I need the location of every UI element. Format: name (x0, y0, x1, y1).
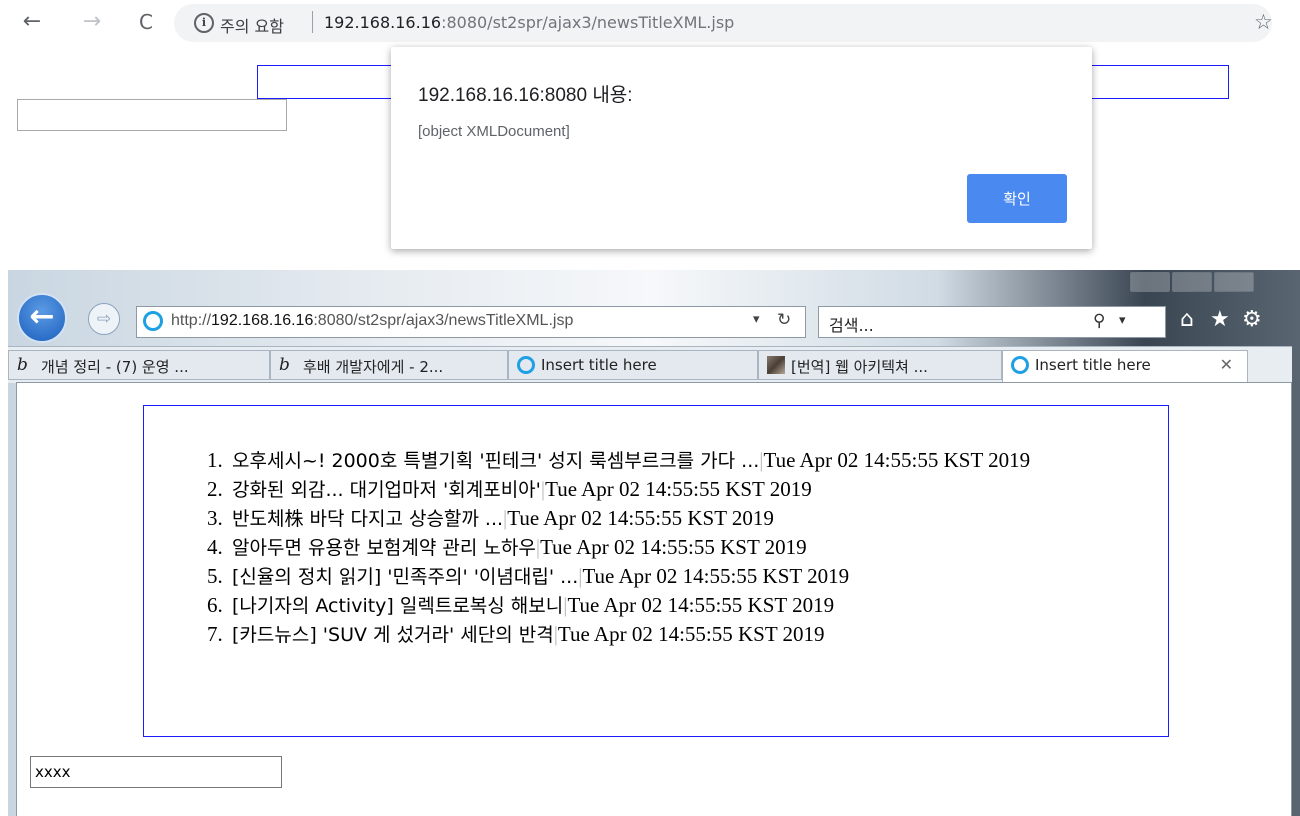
ie-window: ← ⇨ http://192.168.16.16:8080/st2spr/aja… (8, 270, 1300, 816)
text-input[interactable] (17, 99, 287, 131)
list-item: [카드뉴스] 'SUV 게 섰거라' 세단의 반격|Tue Apr 02 14:… (228, 620, 1168, 649)
list-item: [나기자의 Activity] 일렉트로복싱 해보니|Tue Apr 02 14… (228, 591, 1168, 620)
reload-icon[interactable]: C (132, 8, 160, 36)
search-box[interactable]: 검색... ⚲ ▾ (818, 306, 1166, 338)
list-item: 반도체株 바닥 다지고 상승할까 ...|Tue Apr 02 14:55:55… (228, 504, 1168, 533)
alert-title: 192.168.16.16:8080 내용: (418, 85, 633, 106)
forward-arrow-icon[interactable]: ⇨ (88, 303, 120, 335)
forward-arrow-icon[interactable]: → (78, 8, 106, 36)
ie-icon (517, 356, 535, 374)
omnibox-divider (312, 11, 313, 33)
info-icon[interactable]: i (194, 13, 214, 33)
tab-strip: 𝑏 개념 정리 - (7) 운영 ... 𝑏 후배 개발자에게 - 2... I… (8, 346, 1292, 383)
tab-1[interactable]: 𝑏 개념 정리 - (7) 운영 ... (8, 350, 270, 380)
bookmark-star-icon[interactable]: ☆ (1254, 10, 1273, 34)
tab-4[interactable]: [번역] 웹 아키텍쳐 ... (758, 350, 1002, 380)
url-text[interactable]: http://192.168.16.16:8080/st2spr/ajax3/n… (171, 312, 573, 330)
pen-icon: 𝑏 (17, 355, 28, 375)
address-bar[interactable]: http://192.168.16.16:8080/st2spr/ajax3/n… (136, 306, 806, 338)
alert-message: [object XMLDocument] (418, 123, 570, 140)
security-warning[interactable]: 주의 요함 (220, 13, 284, 37)
ie-logo-icon (143, 311, 163, 331)
ok-button[interactable]: 확인 (967, 174, 1067, 223)
favorites-star-icon[interactable]: ★ (1210, 307, 1230, 332)
close-window-button[interactable] (1214, 272, 1254, 292)
minimize-button[interactable] (1130, 272, 1170, 292)
address-bar[interactable]: i 주의 요함 192.168.16.16:8080/st2spr/ajax3/… (174, 4, 1273, 42)
chrome-toolbar: ← → C i 주의 요함 192.168.16.16:8080/st2spr/… (0, 0, 1300, 50)
news-container-box: 오후세시~! 2000호 특별기획 '핀테크' 성지 룩셈부르크를 가다 ...… (143, 405, 1169, 737)
alert-dialog: 192.168.16.16:8080 내용: [object XMLDocume… (391, 47, 1092, 249)
refresh-icon[interactable]: ↻ (777, 310, 791, 330)
list-item: 강화된 외감... 대기업마저 '회계포비아'|Tue Apr 02 14:55… (228, 475, 1168, 504)
back-arrow-icon[interactable]: ← (17, 293, 67, 343)
news-list: 오후세시~! 2000호 특별기획 '핀테크' 성지 룩셈부르크를 가다 ...… (144, 446, 1168, 649)
list-item: [신율의 정치 읽기] '민족주의' '이념대립' ...|Tue Apr 02… (228, 562, 1168, 591)
list-item: 오후세시~! 2000호 특별기획 '핀테크' 성지 룩셈부르크를 가다 ...… (228, 446, 1168, 475)
maximize-button[interactable] (1172, 272, 1212, 292)
gear-icon[interactable]: ⚙ (1242, 307, 1262, 332)
url-text[interactable]: 192.168.16.16:8080/st2spr/ajax3/newsTitl… (324, 13, 734, 32)
address-dropdown-icon[interactable]: ▾ (753, 312, 760, 327)
tab-2[interactable]: 𝑏 후배 개발자에게 - 2... (270, 350, 508, 380)
tab-3[interactable]: Insert title here (508, 350, 758, 380)
window-caption-buttons (1126, 270, 1300, 292)
search-dropdown-icon[interactable]: ▾ (1119, 313, 1126, 328)
thumbnail-icon (767, 356, 785, 374)
text-input[interactable] (30, 756, 282, 788)
search-icon[interactable]: ⚲ (1093, 311, 1105, 331)
ie-icon (1011, 356, 1029, 374)
close-tab-icon[interactable]: ✕ (1220, 355, 1233, 374)
search-input[interactable]: 검색... (829, 312, 874, 336)
list-item: 알아두면 유용한 보험계약 관리 노하우|Tue Apr 02 14:55:55… (228, 533, 1168, 562)
page-content: 오후세시~! 2000호 특별기획 '핀테크' 성지 룩셈부르크를 가다 ...… (16, 382, 1292, 816)
pen-icon: 𝑏 (279, 355, 290, 375)
tab-5-active[interactable]: Insert title here ✕ (1002, 350, 1248, 383)
home-icon[interactable]: ⌂ (1180, 307, 1194, 332)
back-arrow-icon[interactable]: ← (18, 8, 46, 36)
